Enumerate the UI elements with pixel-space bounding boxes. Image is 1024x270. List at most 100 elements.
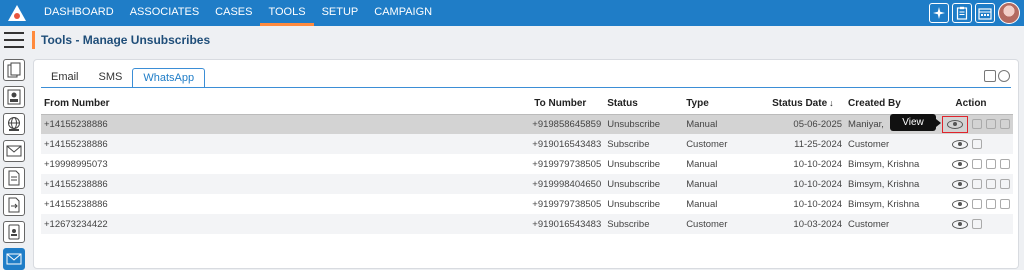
delete-icon[interactable]	[999, 179, 1010, 189]
cell-actions	[929, 154, 1013, 174]
left-rail	[0, 26, 28, 270]
calendar-icon[interactable]	[975, 3, 995, 23]
cell-status: Subscribe	[604, 214, 684, 234]
delete-icon[interactable]	[1000, 119, 1010, 130]
cell-created-by: Bimsym, Krishna	[848, 198, 920, 210]
cell-to: +919979738505	[532, 198, 602, 210]
history-icon[interactable]	[985, 199, 996, 209]
search-icon[interactable]	[984, 70, 996, 82]
view-eye-icon[interactable]	[947, 119, 963, 129]
view-eye-icon[interactable]	[951, 159, 968, 169]
nav-associates[interactable]: ASSOCIATES	[122, 0, 207, 26]
edit-icon[interactable]	[971, 159, 982, 169]
cell-type: Manual	[683, 174, 770, 194]
view-eye-icon[interactable]	[951, 199, 968, 209]
nav-cases[interactable]: CASES	[207, 0, 260, 26]
cell-from: +14155238886	[41, 114, 509, 134]
cell-date: 10-10-2024	[793, 158, 843, 170]
unsubscribes-table: From Number To Number Status Type Status…	[41, 94, 1013, 234]
globe-icon[interactable]	[3, 113, 25, 135]
top-nav: DASHBOARD ASSOCIATES CASES TOOLS SETUP C…	[0, 0, 1024, 26]
documents-icon[interactable]	[3, 59, 25, 81]
cell-actions	[928, 174, 1013, 194]
cell-date: 10-03-2024	[769, 214, 846, 234]
cell-created-by: Bimsym, Krishna	[848, 158, 920, 170]
view-highlight	[942, 115, 968, 133]
cell-date: 10-10-2024	[793, 198, 843, 210]
cell-from: +14155238886	[41, 134, 509, 154]
view-eye-icon[interactable]	[951, 219, 968, 229]
col-status[interactable]: Status	[604, 94, 684, 115]
col-created-by[interactable]: Created By	[845, 94, 929, 115]
document-edit-icon[interactable]	[3, 167, 25, 189]
cell-actions	[928, 214, 1013, 234]
history-icon[interactable]	[985, 159, 996, 169]
history-icon[interactable]	[986, 119, 996, 130]
nav-campaign[interactable]: CAMPAIGN	[366, 0, 440, 26]
cell-status: Unsubscribe	[604, 174, 684, 194]
table-row[interactable]: +19998995073 +919979738505 Unsubscribe M…	[41, 154, 1013, 174]
cell-type: Manual	[683, 114, 770, 134]
title-accent-bar	[32, 31, 35, 49]
table-row[interactable]: +12673234422 +919016543483 Subscribe Cus…	[41, 214, 1013, 234]
tab-sms[interactable]: SMS	[89, 68, 133, 88]
cell-actions	[928, 134, 1013, 154]
id-badge-icon[interactable]	[3, 221, 25, 243]
cell-status: Subscribe	[604, 134, 684, 154]
cell-date: 11-25-2024	[769, 134, 846, 154]
view-tooltip: View	[890, 114, 941, 131]
nav-setup[interactable]: SETUP	[314, 0, 367, 26]
history-icon[interactable]	[985, 179, 996, 189]
cell-status: Unsubscribe	[607, 198, 661, 210]
cell-from: +19998995073	[44, 158, 108, 170]
table-row[interactable]: +14155238886 +919979738505 Unsubscribe M…	[41, 194, 1013, 214]
history-icon[interactable]	[971, 139, 982, 149]
table-row[interactable]: +14155238886 +919998404650 Unsubscribe M…	[41, 174, 1013, 194]
cell-date: 10-10-2024	[769, 174, 846, 194]
card-tools	[984, 70, 1010, 82]
edit-icon[interactable]	[971, 199, 982, 209]
cell-to: +919979738505	[532, 158, 602, 170]
nav-dashboard[interactable]: DASHBOARD	[36, 0, 122, 26]
cell-type: Customer	[683, 214, 770, 234]
hamburger-menu-icon[interactable]	[4, 32, 24, 48]
edit-icon[interactable]	[972, 119, 982, 130]
cell-type: Manual	[686, 158, 718, 170]
cell-to: +919858645859	[508, 114, 605, 134]
sparkle-icon[interactable]	[929, 3, 949, 23]
view-eye-icon[interactable]	[951, 139, 968, 149]
user-avatar[interactable]	[998, 2, 1020, 24]
cell-created-by: Bimsym, Krishna	[845, 174, 929, 194]
col-to-number[interactable]: To Number	[508, 94, 605, 115]
delete-icon[interactable]	[999, 159, 1010, 169]
cell-status: Unsubscribe	[604, 114, 684, 134]
nav-menu: DASHBOARD ASSOCIATES CASES TOOLS SETUP C…	[36, 0, 440, 26]
table-header-row: From Number To Number Status Type Status…	[41, 94, 1013, 115]
col-from-number[interactable]: From Number	[41, 94, 509, 115]
col-status-date-label: Status Date	[772, 98, 828, 110]
nav-tools[interactable]: TOOLS	[260, 0, 314, 26]
table-row[interactable]: +14155238886 +919858645859 Unsubscribe M…	[41, 114, 1013, 134]
tab-underline	[41, 87, 1011, 88]
cell-from: +14155238886	[41, 174, 509, 194]
view-eye-icon[interactable]	[951, 179, 968, 189]
cell-type: Manual	[686, 198, 718, 210]
page-header: Tools - Manage Unsubscribes	[32, 30, 210, 50]
clipboard-icon[interactable]	[952, 3, 972, 23]
unsubscribe-mail-icon[interactable]	[3, 248, 25, 270]
col-type[interactable]: Type	[683, 94, 770, 115]
delete-icon[interactable]	[999, 199, 1010, 209]
edit-icon[interactable]	[971, 179, 982, 189]
tab-email[interactable]: Email	[41, 68, 89, 88]
contact-card-icon[interactable]	[3, 86, 25, 108]
whatsapp-icon[interactable]	[998, 70, 1010, 82]
cell-actions	[929, 194, 1013, 214]
table-row[interactable]: +14155238886 +919016543483 Subscribe Cus…	[41, 134, 1013, 154]
history-icon[interactable]	[971, 219, 982, 229]
document-export-icon[interactable]	[3, 194, 25, 216]
mail-icon[interactable]	[3, 140, 25, 162]
col-status-date[interactable]: Status Date ↓	[769, 94, 846, 115]
col-action: Action	[928, 94, 1013, 115]
app-logo[interactable]	[6, 2, 28, 24]
tab-whatsapp[interactable]: WhatsApp	[132, 68, 206, 88]
